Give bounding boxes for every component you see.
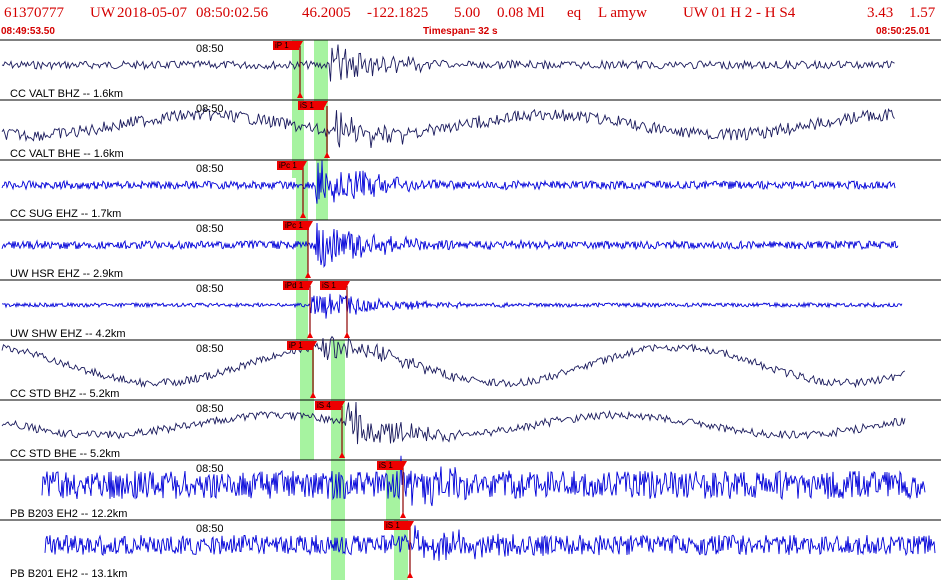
waveform-trace: [1, 44, 895, 82]
channel-label: CC SUG EHZ -- 1.7km: [10, 208, 121, 220]
channel-row[interactable]: 08:50 CC VALT BHE -- 1.6km iS 1: [0, 99, 941, 160]
pick-flag-label: iPc 1: [285, 221, 303, 230]
time-tick-label: 08:50: [196, 523, 224, 535]
pick-flag-label: iS 1: [379, 461, 393, 470]
pick-flag-label: iS 4: [317, 401, 331, 410]
trace-panel[interactable]: 08:50 CC VALT BHZ -- 1.6km iP 1 08:50 CC VAL…: [0, 0, 941, 580]
pick-flag-tail-icon: [309, 221, 313, 228]
pick-flag-label: iS 1: [300, 101, 314, 110]
channel-label: UW SHW EHZ -- 4.2km: [10, 328, 126, 340]
seismogram-viewer: { "header": { "event_id": "61370777", "n…: [0, 0, 941, 580]
channel-label: PB B203 EH2 -- 12.2km: [10, 508, 127, 520]
channel-row[interactable]: 08:50 CC SUG EHZ -- 1.7km iPc 1: [0, 159, 941, 220]
time-tick-label: 08:50: [196, 223, 224, 235]
channel-label: CC VALT BHE -- 1.6km: [10, 148, 124, 160]
pick-flag-label: iS 1: [322, 281, 336, 290]
waveform-trace: [44, 525, 936, 561]
channel-row[interactable]: 08:50 CC STD BHE -- 5.2km iS 4: [0, 399, 941, 460]
time-tick-label: 08:50: [196, 163, 224, 175]
pick-marker-icon: [344, 332, 350, 338]
channel-row[interactable]: 08:50 PB B201 EH2 -- 13.1km iS 1: [0, 519, 941, 580]
channel-row[interactable]: 08:50 CC VALT BHZ -- 1.6km iP 1: [0, 39, 941, 100]
waveform-trace: [1, 160, 896, 204]
channel-row[interactable]: 08:50 UW SHW EHZ -- 4.2km iPd 1 iS 1: [0, 279, 941, 340]
channel-label: UW HSR EHZ -- 2.9km: [10, 268, 123, 280]
channel-label: CC STD BHZ -- 5.2km: [10, 388, 119, 400]
pick-flag-label: iPd 1: [285, 281, 304, 290]
waveform-trace: [1, 401, 906, 445]
channel-label: CC VALT BHZ -- 1.6km: [10, 88, 123, 100]
channel-label: PB B201 EH2 -- 13.1km: [10, 568, 127, 580]
channel-row[interactable]: 08:50 PB B203 EH2 -- 12.2km iS 1: [0, 455, 941, 520]
channel-label: CC STD BHE -- 5.2km: [10, 448, 120, 460]
time-tick-label: 08:50: [196, 43, 224, 55]
time-tick-label: 08:50: [196, 343, 224, 355]
pick-marker-icon: [400, 512, 406, 518]
time-tick-label: 08:50: [196, 283, 224, 295]
channel-row[interactable]: 08:50 CC STD BHZ -- 5.2km iP 1: [0, 335, 941, 400]
time-tick-label: 08:50: [196, 463, 224, 475]
waveform-trace: [1, 335, 906, 389]
waveform-trace: [1, 222, 899, 269]
waveform-trace: [1, 107, 895, 148]
channel-row[interactable]: 08:50 UW HSR EHZ -- 2.9km iPc 1: [0, 219, 941, 280]
pick-flag-label: iP 1: [289, 341, 303, 350]
waveform-trace: [41, 455, 926, 507]
time-tick-label: 08:50: [196, 403, 224, 415]
waveform-trace: [1, 293, 903, 319]
pick-flag-label: iPc 1: [279, 161, 297, 170]
pick-flag-label: iP 1: [275, 41, 289, 50]
pick-flag-label: iS 1: [386, 521, 400, 530]
time-tick-label: 08:50: [196, 103, 224, 115]
